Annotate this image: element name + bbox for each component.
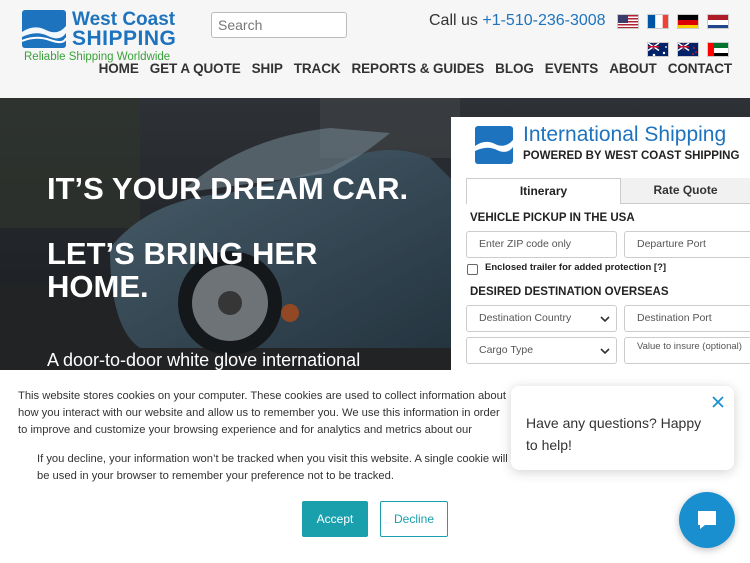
- enclosed-trailer-text: Enclosed trailer for added protection: [485, 262, 652, 273]
- hero-description: A door-to-door white glove international: [47, 350, 361, 370]
- cargo-type-select[interactable]: Cargo Type: [466, 337, 617, 364]
- cargo-type-value: Cargo Type: [479, 344, 534, 356]
- chat-prompt-text: Have any questions? Happy to help!: [526, 415, 702, 453]
- new-zealand-flag-icon[interactable]: [677, 42, 699, 57]
- chat-launcher-button[interactable]: [679, 492, 735, 548]
- destination-country-select[interactable]: Destination Country: [466, 305, 617, 332]
- call-us: Call us +1-510-236-3008: [429, 12, 606, 30]
- nav-reports-guides[interactable]: REPORTS & GUIDES: [352, 61, 485, 76]
- nav-about[interactable]: ABOUT: [609, 61, 657, 76]
- cookie-decline-text: If you decline, your information won’t b…: [37, 453, 508, 482]
- nav-contact[interactable]: CONTACT: [668, 61, 732, 76]
- enclosed-trailer-label: Enclosed trailer for added protection [?…: [485, 262, 666, 273]
- nav-blog[interactable]: BLOG: [495, 61, 534, 76]
- zip-input[interactable]: Enter ZIP code only: [466, 231, 617, 258]
- enclosed-help-link[interactable]: [?]: [654, 262, 666, 273]
- accept-cookies-button[interactable]: Accept: [302, 501, 368, 537]
- nav-ship[interactable]: SHIP: [252, 61, 283, 76]
- tab-itinerary[interactable]: Itinerary: [466, 178, 621, 204]
- hero-headline: IT’S YOUR DREAM CAR.: [47, 171, 409, 206]
- nav-get-a-quote[interactable]: GET A QUOTE: [150, 61, 241, 76]
- enclosed-trailer-checkbox[interactable]: [467, 264, 478, 275]
- cookie-text: This website stores cookies on your comp…: [18, 390, 506, 436]
- phone-link[interactable]: +1-510-236-3008: [482, 12, 605, 29]
- france-flag-icon[interactable]: [647, 14, 669, 29]
- pickup-heading: VEHICLE PICKUP IN THE USA: [470, 212, 635, 224]
- chevron-down-icon: [600, 316, 610, 323]
- netherlands-flag-icon[interactable]: [707, 14, 729, 29]
- call-us-label: Call us: [429, 12, 478, 29]
- uae-flag-icon[interactable]: [707, 42, 729, 57]
- hero-subheadline: LET’S BRING HER HOME.: [47, 236, 318, 304]
- nav-home[interactable]: HOME: [99, 61, 139, 76]
- logo-wave-icon: [22, 10, 66, 48]
- widget-title: International Shipping: [523, 123, 727, 146]
- site-header: West Coast SHIPPING Reliable Shipping Wo…: [0, 0, 750, 98]
- widget-tabs: Itinerary Rate Quote: [466, 178, 750, 204]
- chat-prompt-bubble[interactable]: Have any questions? Happy to help!: [511, 386, 734, 470]
- chevron-down-icon: [600, 348, 610, 355]
- destination-country-value: Destination Country: [479, 312, 572, 324]
- decline-cookies-button[interactable]: Decline: [380, 501, 448, 537]
- us-flag-icon[interactable]: [617, 14, 639, 29]
- site-logo[interactable]: West Coast SHIPPING Reliable Shipping Wo…: [22, 9, 182, 66]
- destination-port-select[interactable]: Destination Port: [624, 305, 750, 332]
- widget-logo-icon: [475, 126, 513, 164]
- search-input[interactable]: [211, 12, 347, 38]
- destination-heading: DESIRED DESTINATION OVERSEAS: [470, 286, 669, 298]
- departure-port-select[interactable]: Departure Port: [624, 231, 750, 258]
- shipping-quote-widget: International Shipping POWERED BY WEST C…: [451, 117, 750, 370]
- tab-rate-quote[interactable]: Rate Quote: [621, 178, 750, 204]
- insure-value-input[interactable]: Value to insure (optional): [624, 337, 750, 364]
- germany-flag-icon[interactable]: [677, 14, 699, 29]
- australia-flag-icon[interactable]: [647, 42, 669, 57]
- chat-icon: [698, 511, 716, 529]
- logo-line2: SHIPPING: [72, 27, 177, 50]
- nav-track[interactable]: TRACK: [294, 61, 341, 76]
- main-nav: HOME GET A QUOTE SHIP TRACK REPORTS & GU…: [99, 61, 732, 76]
- nav-events[interactable]: EVENTS: [545, 61, 599, 76]
- widget-powered-by: POWERED BY WEST COAST SHIPPING: [523, 150, 740, 162]
- close-icon[interactable]: [710, 394, 726, 410]
